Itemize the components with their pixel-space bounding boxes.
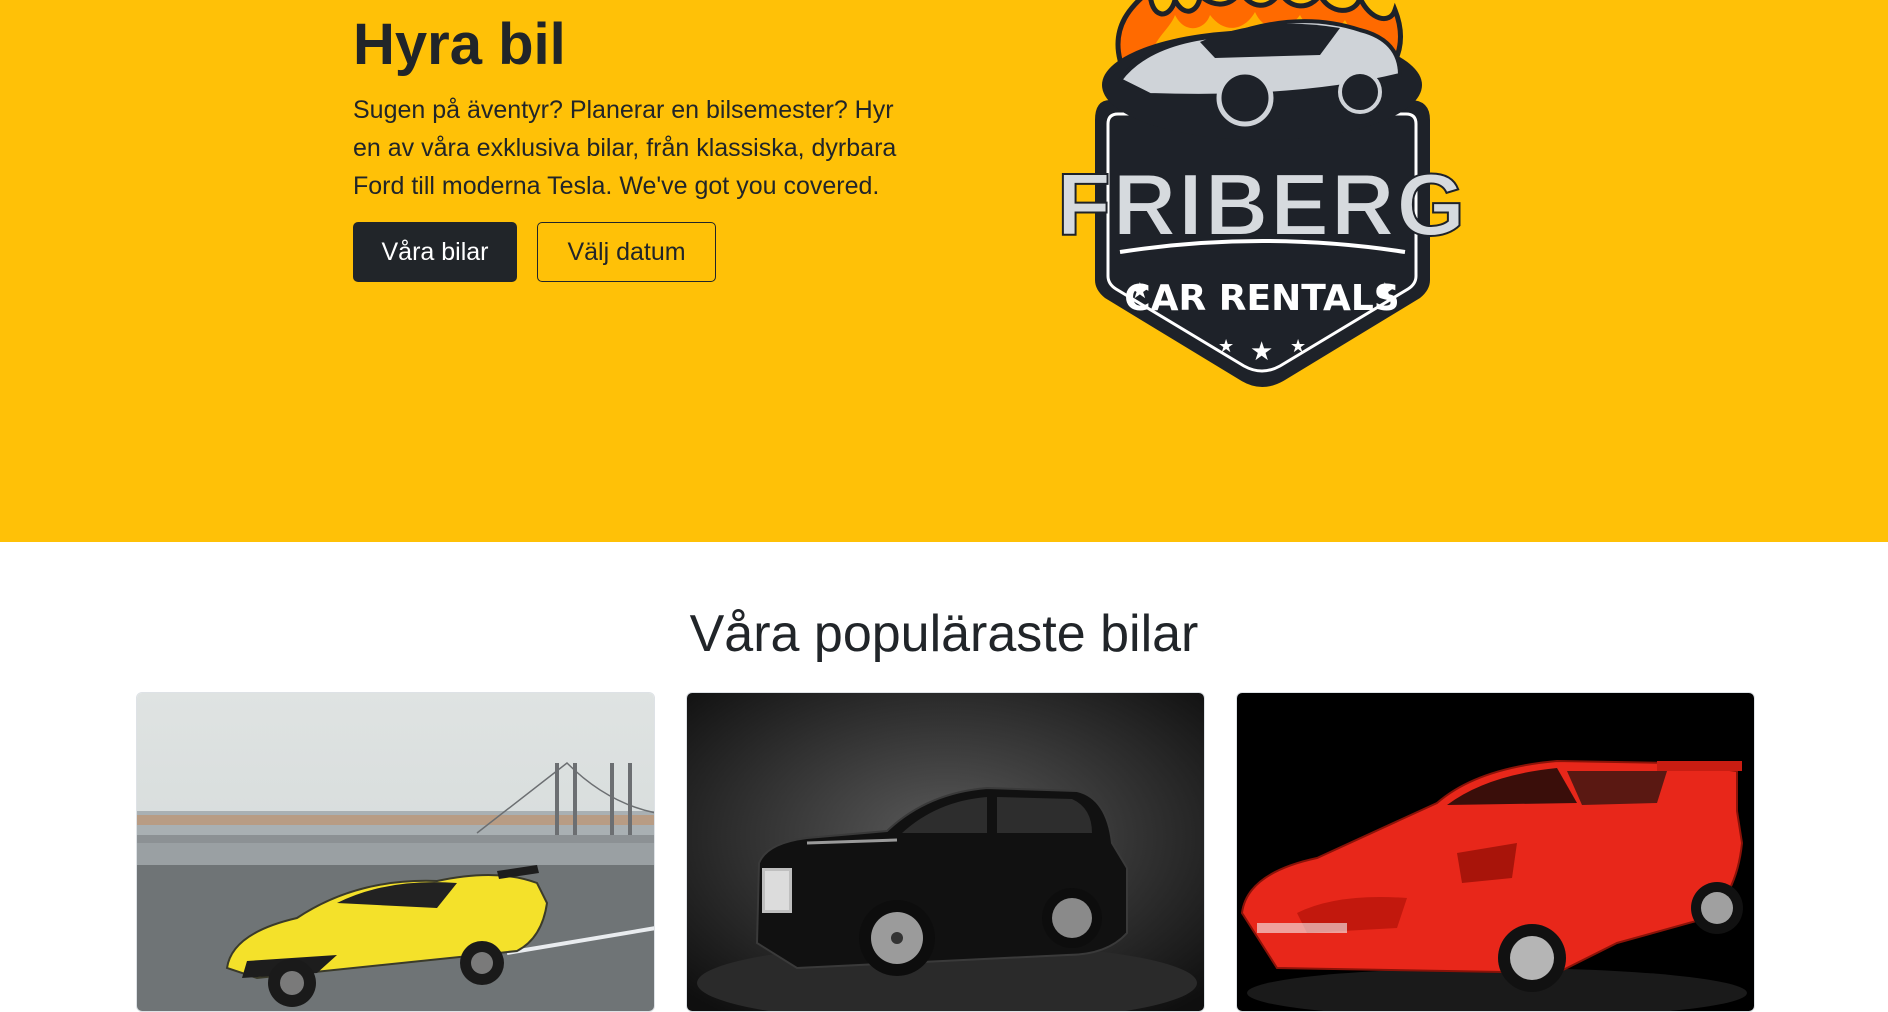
svg-text:★: ★ xyxy=(1375,279,1395,304)
car-cards xyxy=(136,692,1755,1012)
hero-buttons: Våra bilar Välj datum xyxy=(353,222,716,282)
red-classic-sports-car-image xyxy=(1237,693,1754,1011)
popular-cars-heading: Våra populäraste bilar xyxy=(689,605,1199,663)
svg-text:★: ★ xyxy=(1290,336,1306,357)
our-cars-button[interactable]: Våra bilar xyxy=(353,222,517,282)
black-luxury-suv-image xyxy=(687,693,1204,1011)
svg-text:★: ★ xyxy=(1130,279,1150,304)
car-card-black[interactable] xyxy=(686,692,1205,1012)
car-card-yellow[interactable] xyxy=(136,692,655,1012)
yellow-sports-car-image xyxy=(137,693,654,1011)
car-card-red[interactable] xyxy=(1236,692,1755,1012)
hero-lead: Sugen på äventyr? Planerar en bilsemeste… xyxy=(353,96,897,200)
svg-text:★: ★ xyxy=(1218,336,1234,357)
select-date-button[interactable]: Välj datum xyxy=(537,222,716,282)
logo-tagline-text: CAR RENTALS xyxy=(1124,278,1399,319)
hero-section: Hyra bil Sugen på äventyr? Planerar en b… xyxy=(0,0,1888,542)
hero-title: Hyra bil xyxy=(353,12,566,77)
svg-text:★: ★ xyxy=(1250,337,1273,367)
friberg-logo: FRIBERG CAR RENTALS ★ ★ ★ ★ ★ xyxy=(1000,0,1520,400)
